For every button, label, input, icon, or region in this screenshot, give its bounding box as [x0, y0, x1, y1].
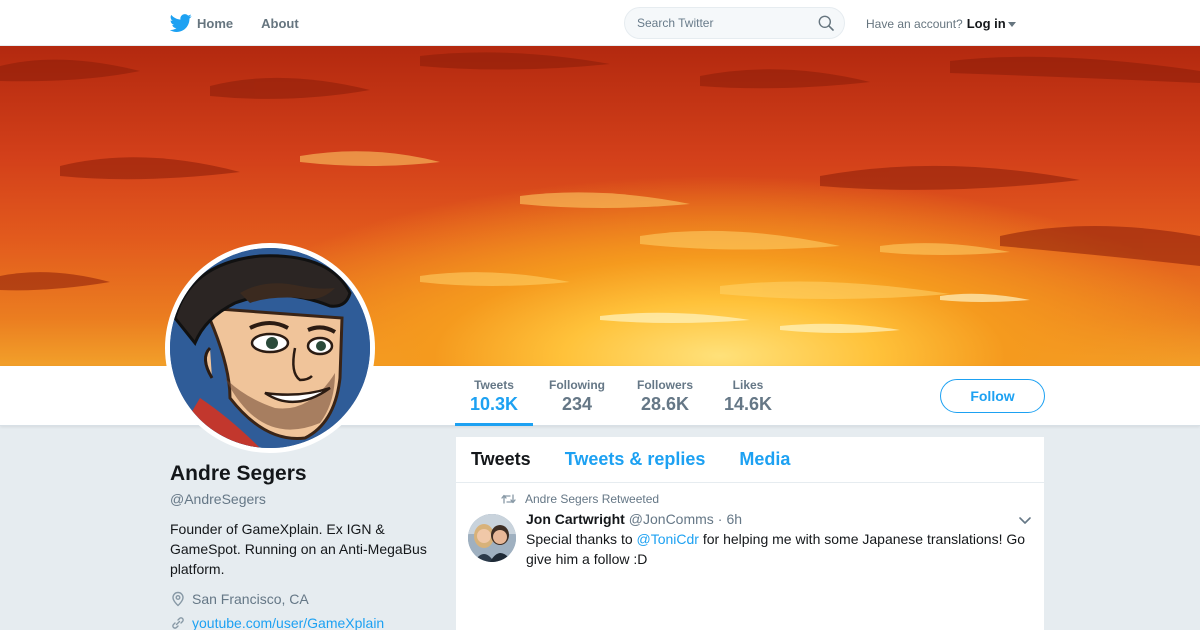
search-input[interactable] — [625, 8, 805, 38]
profile-avatar[interactable] — [165, 243, 375, 453]
tweet-author-name[interactable]: Jon Cartwright — [526, 511, 625, 527]
author-photo — [468, 514, 516, 562]
avatar-image — [170, 248, 370, 448]
tweet-text: Special thanks to @ToniCdr for helping m… — [526, 529, 1031, 569]
tweet-author-avatar[interactable] — [468, 514, 516, 562]
stat-tweets[interactable]: Tweets 10.3K — [470, 378, 518, 415]
timeline-tabs: Tweets Tweets & replies Media — [456, 437, 1044, 483]
chevron-down-icon[interactable] — [1018, 513, 1032, 527]
profile-location: San Francisco, CA — [170, 591, 440, 607]
top-navigation-bar: Home About Have an account? Log in — [0, 0, 1200, 46]
login-button[interactable]: Log in — [967, 16, 1006, 31]
active-stat-underline — [455, 423, 533, 426]
stat-likes-value: 14.6K — [723, 394, 773, 414]
tab-tweets[interactable]: Tweets — [471, 449, 531, 470]
tweet-content: Jon Cartwright @JonComms · 6h Special th… — [526, 511, 1029, 569]
stat-followers-value: 28.6K — [640, 394, 690, 414]
profile-handle[interactable]: @AndreSegers — [170, 491, 440, 507]
account-prompt: Have an account? Log in — [866, 16, 1016, 31]
tweet-mention-link[interactable]: @ToniCdr — [637, 531, 699, 547]
profile-description: Founder of GameXplain. Ex IGN & GameSpot… — [170, 521, 427, 577]
search-box[interactable] — [624, 7, 845, 39]
search-icon[interactable] — [818, 15, 834, 31]
tab-media[interactable]: Media — [739, 449, 790, 470]
account-prompt-text: Have an account? — [866, 16, 963, 31]
tab-tweets-and-replies[interactable]: Tweets & replies — [565, 449, 706, 470]
separator-dot: · — [717, 511, 723, 527]
home-nav-link[interactable]: Home — [170, 12, 233, 34]
location-text: San Francisco, CA — [192, 591, 309, 607]
stat-following-value: 234 — [561, 394, 593, 414]
stat-tweets-value: 10.3K — [470, 394, 519, 414]
caret-down-icon[interactable] — [1007, 22, 1016, 27]
stat-following-label: Following — [549, 378, 605, 392]
follow-button[interactable]: Follow — [940, 379, 1045, 413]
location-pin-icon — [172, 591, 184, 607]
cartoon-face-illustration — [170, 248, 370, 448]
profile-website[interactable]: youtube.com/user/GameXplain — [170, 615, 440, 630]
tweet-timestamp[interactable]: 6h — [726, 511, 742, 527]
tweet-item[interactable]: Andre Segers Retweeted Jon Cartwright @J… — [456, 483, 1044, 569]
nav-left: Home About — [170, 0, 327, 46]
website-link[interactable]: youtube.com/user/GameXplain — [192, 615, 384, 630]
profile-bio-card: Andre Segers @AndreSegers Founder of Gam… — [170, 462, 440, 630]
retweet-context: Andre Segers Retweeted — [471, 491, 1029, 507]
timeline-panel: Tweets Tweets & replies Media Andre Sege… — [456, 437, 1044, 630]
link-icon — [172, 617, 184, 629]
tweet-header: Jon Cartwright @JonComms · 6h — [526, 511, 1029, 527]
home-label: Home — [197, 15, 234, 31]
tweet-author-handle[interactable]: @JonComms — [629, 511, 714, 527]
stat-followers[interactable]: Followers 28.6K — [634, 378, 696, 415]
profile-name[interactable]: Andre Segers — [170, 462, 440, 486]
retweet-notice[interactable]: Andre Segers Retweeted — [525, 492, 659, 506]
retweet-icon — [501, 494, 516, 504]
stat-followers-label: Followers — [636, 378, 693, 392]
twitter-bird-icon — [170, 14, 192, 32]
stat-tweets-label: Tweets — [474, 378, 514, 392]
stat-following[interactable]: Following 234 — [546, 378, 608, 415]
tweet-text-before: Special thanks to — [526, 531, 637, 547]
about-nav-link[interactable]: About — [261, 16, 299, 31]
stat-likes-label: Likes — [732, 378, 764, 392]
stat-likes[interactable]: Likes 14.6K — [722, 378, 774, 415]
